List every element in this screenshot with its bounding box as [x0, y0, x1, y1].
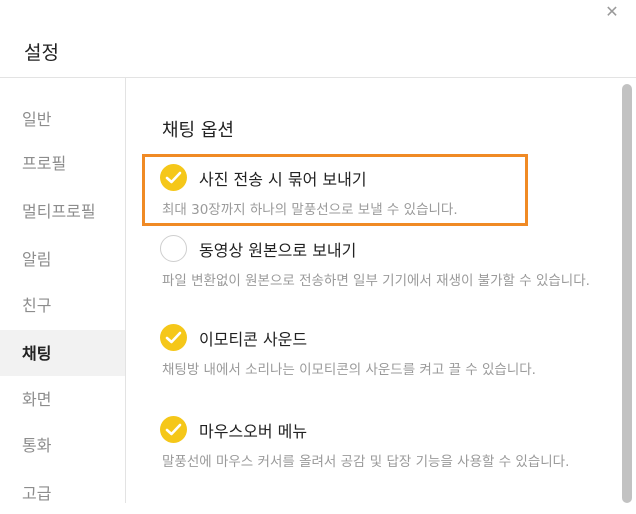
sidebar-item-label: 화면	[22, 390, 52, 409]
sidebar-item-notifications[interactable]: 알림	[0, 236, 125, 280]
highlight-annotation-box	[142, 154, 528, 226]
sidebar-item-advanced[interactable]: 고급	[0, 470, 125, 514]
sidebar-item-label: 고급	[22, 484, 52, 503]
sidebar-item-profile[interactable]: 프로필	[0, 140, 125, 184]
emoticon-sound-checkbox[interactable]	[160, 324, 187, 351]
sidebar-item-general[interactable]: 일반	[0, 96, 125, 140]
section-title: 채팅 옵션	[162, 120, 234, 141]
sidebar-item-label: 프로필	[22, 154, 67, 173]
checkmark-icon	[165, 423, 182, 436]
sidebar-item-label: 알림	[22, 250, 52, 269]
sidebar-item-multiprofile[interactable]: 멀티프로필	[0, 188, 125, 232]
option-label: 동영상 원본으로 보내기	[199, 241, 357, 260]
sidebar-item-friends[interactable]: 친구	[0, 282, 125, 326]
option-description: 채팅방 내에서 소리나는 이모티콘의 사운드를 켜고 끌 수 있습니다.	[162, 362, 536, 378]
option-label: 마우스오버 메뉴	[199, 422, 308, 441]
close-button[interactable]: ✕	[604, 4, 620, 20]
settings-title: 설정	[24, 42, 59, 64]
video-original-checkbox[interactable]	[160, 235, 187, 262]
sidebar: 일반 프로필 멀티프로필 알림 친구 채팅 화면 통화 고급	[0, 78, 126, 503]
sidebar-item-label: 일반	[22, 110, 52, 129]
sidebar-item-calls[interactable]: 통화	[0, 422, 125, 466]
scrollbar-thumb[interactable]	[622, 84, 632, 503]
sidebar-item-display[interactable]: 화면	[0, 376, 125, 420]
sidebar-item-chat[interactable]: 채팅	[0, 330, 125, 376]
chat-settings-panel: 채팅 옵션 사진 전송 시 묶어 보내기 최대 30장까지 하나의 말풍선으로 …	[126, 78, 611, 503]
option-description: 파일 변환없이 원본으로 전송하면 일부 기기에서 재생이 불가할 수 있습니다…	[162, 273, 590, 289]
mouseover-menu-checkbox[interactable]	[160, 416, 187, 443]
option-description: 말풍선에 마우스 커서를 올려서 공감 및 답장 기능을 사용할 수 있습니다.	[162, 454, 570, 470]
checkmark-icon	[165, 331, 182, 344]
option-label: 이모티콘 사운드	[199, 330, 308, 349]
sidebar-item-label: 친구	[22, 296, 52, 315]
sidebar-item-label: 채팅	[22, 344, 52, 363]
sidebar-item-label: 통화	[22, 436, 52, 455]
close-icon: ✕	[605, 2, 619, 21]
sidebar-item-label: 멀티프로필	[22, 202, 96, 221]
